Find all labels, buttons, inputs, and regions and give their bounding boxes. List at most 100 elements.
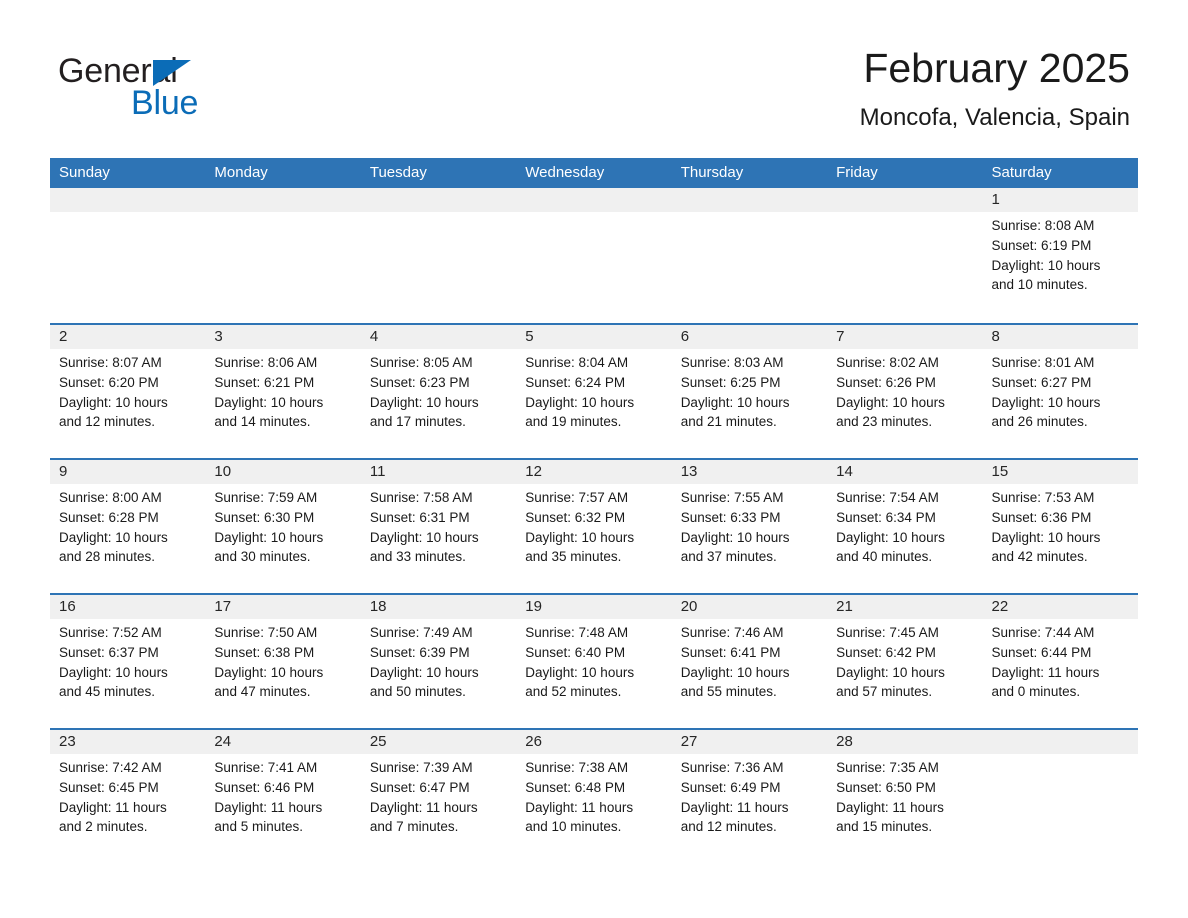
weekday-header-monday: Monday	[214, 164, 268, 181]
day-detail-line: Daylight: 10 hours	[991, 394, 1101, 410]
day-detail-line: Sunrise: 7:49 AM	[369, 625, 473, 640]
generalblue-logo[interactable]: General Blue	[58, 52, 318, 132]
calendar-day-cell[interactable]: 1 Sunrise: 8:08 AM Sunset: 6:19 PM Daylight…	[982, 188, 1138, 323]
calendar-day-cell-empty	[982, 730, 1138, 863]
day-detail-line: and 12 minutes.	[680, 819, 777, 835]
day-number: 21	[827, 595, 983, 619]
day-number: 27	[671, 730, 828, 754]
calendar-day-cell[interactable]: 10 Sunrise: 7:59 AM Sunset: 6:30 PM Dayligh…	[205, 460, 361, 593]
day-detail-line: Daylight: 10 hours	[214, 394, 324, 410]
day-detail-line: Sunset: 6:27 PM	[991, 374, 1092, 390]
calendar-day-cell[interactable]: 7 Sunrise: 8:02 AM Sunset: 6:26 PM Daylight…	[827, 325, 983, 458]
day-detail-line: Sunrise: 7:46 AM	[680, 625, 784, 640]
day-detail-line: Daylight: 11 hours	[214, 799, 323, 815]
calendar-day-cell[interactable]: 24 Sunrise: 7:41 AM Sunset: 6:46 PM Dayligh…	[205, 730, 361, 863]
day-details: Sunrise: 7:55 AM Sunset: 6:33 PM Daylight:…	[672, 484, 827, 567]
day-detail-line: Sunset: 6:50 PM	[836, 779, 936, 795]
day-number	[360, 188, 517, 212]
calendar-day-cell[interactable]: 17 Sunrise: 7:50 AM Sunset: 6:38 PM Dayligh…	[205, 595, 361, 728]
calendar-day-cell[interactable]: 9 Sunrise: 8:00 AM Sunset: 6:28 PM Daylight…	[50, 460, 206, 593]
calendar-grid: Sunday Monday Tuesday Wednesday Thursday Frid…	[50, 158, 1138, 863]
day-number: 2	[50, 325, 206, 349]
day-detail-line: Sunset: 6:49 PM	[680, 779, 781, 795]
calendar-day-cell[interactable]: 13 Sunrise: 7:55 AM Sunset: 6:33 PM Dayligh…	[671, 460, 828, 593]
day-number: 11	[360, 460, 517, 484]
calendar-day-cell[interactable]: 4 Sunrise: 8:05 AM Sunset: 6:23 PM Daylight…	[360, 325, 517, 458]
weekday-header-thursday: Thursday	[680, 164, 744, 181]
calendar-day-cell[interactable]: 20 Sunrise: 7:46 AM Sunset: 6:41 PM Dayligh…	[671, 595, 828, 728]
weekday-header-sunday: Sunday	[59, 164, 110, 181]
calendar-day-cell[interactable]: 12 Sunrise: 7:57 AM Sunset: 6:32 PM Dayligh…	[516, 460, 672, 593]
day-details	[205, 212, 360, 216]
day-detail-line: Sunset: 6:47 PM	[369, 779, 470, 795]
day-details: Sunrise: 7:49 AM Sunset: 6:39 PM Daylight:…	[361, 619, 516, 702]
day-details: Sunrise: 7:42 AM Sunset: 6:45 PM Daylight:…	[50, 754, 205, 837]
day-detail-line: and 45 minutes.	[59, 684, 156, 700]
day-detail-line: Sunset: 6:26 PM	[836, 374, 936, 390]
day-details: Sunrise: 7:45 AM Sunset: 6:42 PM Daylight:…	[827, 619, 982, 702]
logo-text-blue: Blue	[131, 84, 199, 122]
calendar-day-cell[interactable]: 18 Sunrise: 7:49 AM Sunset: 6:39 PM Dayligh…	[360, 595, 517, 728]
day-detail-line: Daylight: 10 hours	[836, 394, 945, 410]
day-details: Sunrise: 7:59 AM Sunset: 6:30 PM Daylight:…	[205, 484, 360, 567]
day-detail-line: and 47 minutes.	[214, 684, 311, 700]
calendar-day-cell[interactable]: 5 Sunrise: 8:04 AM Sunset: 6:24 PM Daylight…	[516, 325, 672, 458]
calendar-day-cell[interactable]: 6 Sunrise: 8:03 AM Sunset: 6:25 PM Daylight…	[671, 325, 828, 458]
day-detail-line: and 37 minutes.	[680, 549, 777, 565]
day-detail-line: Daylight: 10 hours	[525, 664, 635, 680]
day-detail-line: and 21 minutes.	[680, 414, 777, 430]
calendar-day-cell[interactable]: 21 Sunrise: 7:45 AM Sunset: 6:42 PM Dayligh…	[827, 595, 983, 728]
day-number: 7	[827, 325, 983, 349]
day-detail-line: Sunrise: 7:38 AM	[525, 760, 629, 775]
day-detail-line: Sunset: 6:21 PM	[214, 374, 315, 390]
calendar-day-cell[interactable]: 3 Sunrise: 8:06 AM Sunset: 6:21 PM Daylight…	[205, 325, 361, 458]
day-detail-line: and 35 minutes.	[525, 549, 622, 565]
calendar-day-cell[interactable]: 27 Sunrise: 7:36 AM Sunset: 6:49 PM Dayligh…	[671, 730, 828, 863]
calendar-day-cell[interactable]: 16 Sunrise: 7:52 AM Sunset: 6:37 PM Dayligh…	[50, 595, 206, 728]
day-details: Sunrise: 8:01 AM Sunset: 6:27 PM Daylight:…	[983, 349, 1138, 432]
calendar-day-cell[interactable]: 14 Sunrise: 7:54 AM Sunset: 6:34 PM Dayligh…	[827, 460, 983, 593]
calendar-day-cell[interactable]: 11 Sunrise: 7:58 AM Sunset: 6:31 PM Dayligh…	[360, 460, 517, 593]
calendar-day-cell[interactable]: 28 Sunrise: 7:35 AM Sunset: 6:50 PM Dayligh…	[827, 730, 983, 863]
day-number: 3	[205, 325, 361, 349]
calendar-day-cell[interactable]: 15 Sunrise: 7:53 AM Sunset: 6:36 PM Dayligh…	[982, 460, 1138, 593]
calendar-day-cell[interactable]: 19 Sunrise: 7:48 AM Sunset: 6:40 PM Dayligh…	[516, 595, 672, 728]
logo-triangle-icon	[153, 60, 191, 86]
day-detail-line: Daylight: 10 hours	[991, 257, 1101, 273]
day-detail-line: Sunrise: 8:05 AM	[369, 355, 473, 370]
day-details: Sunrise: 8:04 AM Sunset: 6:24 PM Daylight:…	[516, 349, 671, 432]
day-number: 28	[827, 730, 983, 754]
weekday-header-wednesday: Wednesday	[525, 164, 605, 181]
day-details: Sunrise: 7:54 AM Sunset: 6:34 PM Daylight:…	[827, 484, 982, 567]
day-detail-line: Sunrise: 7:54 AM	[836, 490, 939, 505]
calendar-week-row: 2 Sunrise: 8:07 AM Sunset: 6:20 PM Daylight…	[50, 323, 1138, 458]
day-detail-line: and 19 minutes.	[525, 414, 622, 430]
day-detail-line: and 40 minutes.	[836, 549, 933, 565]
day-detail-line: Sunrise: 8:01 AM	[991, 355, 1095, 370]
weekday-header-friday: Friday	[836, 164, 878, 181]
day-detail-line: Sunrise: 7:42 AM	[59, 760, 162, 775]
calendar-day-cell[interactable]: 22 Sunrise: 7:44 AM Sunset: 6:44 PM Dayligh…	[982, 595, 1138, 728]
day-number: 5	[516, 325, 672, 349]
day-detail-line: Sunrise: 8:08 AM	[991, 218, 1095, 233]
day-detail-line: Daylight: 10 hours	[59, 394, 168, 410]
day-detail-line: and 26 minutes.	[991, 414, 1088, 430]
day-details: Sunrise: 7:58 AM Sunset: 6:31 PM Daylight:…	[361, 484, 516, 567]
day-detail-line: Sunrise: 7:57 AM	[525, 490, 629, 505]
day-detail-line: Daylight: 10 hours	[369, 394, 479, 410]
calendar-day-cell[interactable]: 23 Sunrise: 7:42 AM Sunset: 6:45 PM Dayligh…	[50, 730, 206, 863]
page-header: General Blue February 2025 Moncofa, Vale…	[0, 0, 1188, 148]
day-detail-line: and 33 minutes.	[369, 549, 466, 565]
calendar-day-cell[interactable]: 8 Sunrise: 8:01 AM Sunset: 6:27 PM Daylight…	[982, 325, 1138, 458]
day-number: 19	[516, 595, 672, 619]
calendar-day-cell-empty	[671, 188, 828, 323]
calendar-day-cell[interactable]: 26 Sunrise: 7:38 AM Sunset: 6:48 PM Dayligh…	[516, 730, 672, 863]
day-detail-line: Sunrise: 7:41 AM	[214, 760, 318, 775]
day-detail-line: Sunset: 6:34 PM	[836, 509, 936, 525]
day-details: Sunrise: 8:08 AM Sunset: 6:19 PM Daylight:…	[983, 212, 1138, 295]
day-detail-line: Sunset: 6:38 PM	[214, 644, 315, 660]
calendar-day-cell[interactable]: 2 Sunrise: 8:07 AM Sunset: 6:20 PM Daylight…	[50, 325, 206, 458]
calendar-day-cell[interactable]: 25 Sunrise: 7:39 AM Sunset: 6:47 PM Dayligh…	[360, 730, 517, 863]
day-number	[50, 188, 206, 212]
day-number	[205, 188, 361, 212]
